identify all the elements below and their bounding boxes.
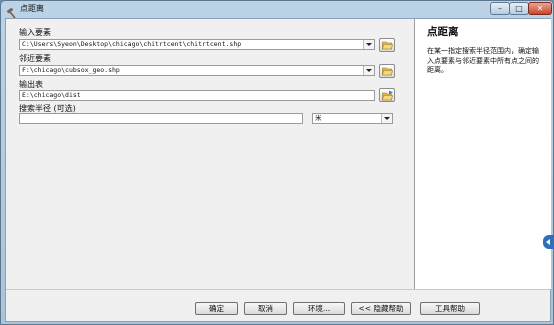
help-title: 点距离 bbox=[427, 26, 459, 38]
distance-unit-select[interactable]: 米 bbox=[312, 113, 393, 124]
ok-button[interactable]: 确定 bbox=[195, 302, 238, 315]
input-features-label: 输入要素 bbox=[19, 28, 51, 37]
tool-help-button[interactable]: 工具帮助 bbox=[420, 302, 480, 315]
cancel-button[interactable]: 取消 bbox=[244, 302, 287, 315]
input-features-combo[interactable]: C:\Users\Syeon\Desktop\chicago\chitrtcen… bbox=[19, 39, 375, 50]
maximize-button[interactable]: □ bbox=[509, 2, 529, 15]
input-features-value: C:\Users\Syeon\Desktop\chicago\chitrtcen… bbox=[22, 40, 242, 48]
chevron-down-icon[interactable] bbox=[381, 114, 392, 123]
chevron-down-icon[interactable] bbox=[363, 40, 374, 49]
folder-open-icon bbox=[382, 67, 393, 76]
chevron-down-icon[interactable] bbox=[363, 66, 374, 75]
search-radius-input[interactable] bbox=[19, 113, 303, 124]
help-panel: 点距离 在某一指定搜索半径范围内，确定输入点要素与邻近要素中所有点之间的距离。 bbox=[414, 19, 551, 290]
output-table-label: 输出表 bbox=[19, 80, 43, 89]
folder-save-icon bbox=[382, 90, 393, 101]
minimize-button[interactable]: – bbox=[490, 2, 510, 15]
close-button[interactable]: ✕ bbox=[528, 2, 552, 15]
hide-help-button[interactable]: << 隐藏帮助 bbox=[351, 302, 411, 315]
near-features-browse-button[interactable] bbox=[379, 64, 395, 78]
hammer-icon bbox=[6, 4, 17, 19]
dialog-window: 点距离 – □ ✕ 输入要素 C:\Users\Syeon\Desktop\ch… bbox=[0, 0, 554, 325]
output-table-value: E:\chicago\dist bbox=[22, 91, 81, 99]
output-table-browse-button[interactable] bbox=[379, 88, 395, 102]
output-table-input[interactable]: E:\chicago\dist bbox=[19, 90, 375, 101]
near-features-combo[interactable]: F:\chicago\cubsox_geo.shp bbox=[19, 65, 375, 76]
near-features-label: 邻近要素 bbox=[19, 54, 51, 63]
window-title: 点距离 bbox=[20, 4, 44, 13]
title-bar[interactable]: 点距离 – □ ✕ bbox=[1, 1, 553, 19]
folder-open-icon bbox=[382, 41, 393, 50]
distance-unit-value: 米 bbox=[315, 114, 322, 122]
dialog-body: 输入要素 C:\Users\Syeon\Desktop\chicago\chit… bbox=[5, 18, 551, 322]
near-features-value: F:\chicago\cubsox_geo.shp bbox=[22, 66, 120, 74]
side-collapse-tab[interactable] bbox=[543, 235, 554, 249]
help-description: 在某一指定搜索半径范围内，确定输入点要素与邻近要素中所有点之间的距离。 bbox=[427, 47, 539, 74]
divider bbox=[6, 289, 550, 290]
environments-button[interactable]: 环境... bbox=[293, 302, 345, 315]
input-features-browse-button[interactable] bbox=[379, 38, 395, 52]
